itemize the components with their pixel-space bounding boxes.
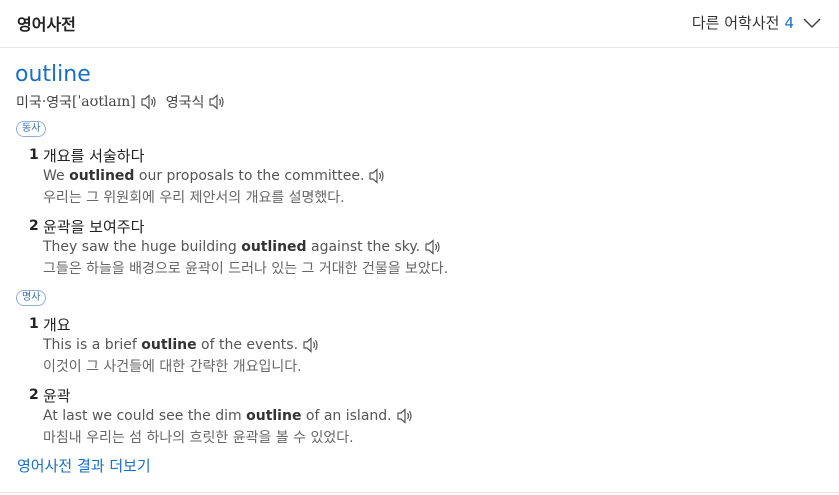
headword[interactable]: outline <box>15 62 91 87</box>
example-translation: 이것이 그 사건들에 대한 간략한 개요입니다. <box>43 359 302 375</box>
speaker-icon[interactable] <box>140 94 158 110</box>
speaker-icon[interactable] <box>368 168 386 184</box>
divider <box>0 492 839 493</box>
example-text: of the events. <box>196 337 299 353</box>
sense-meaning: 윤곽 <box>43 387 71 405</box>
example-sentence: At last we could see the dim outline of … <box>43 408 414 424</box>
example-text: We <box>43 168 70 184</box>
sense-meaning: 윤곽을 보여주다 <box>43 218 145 236</box>
example-sentence: This is a brief outline of the events. <box>43 337 320 353</box>
example-text: This is a brief <box>43 337 142 353</box>
uk-style-label: 영국식 <box>165 95 205 111</box>
pos-badge-noun: 명사 <box>16 290 47 306</box>
example-translation: 우리는 그 위원회에 우리 제안서의 개요를 설명했다. <box>43 190 345 206</box>
example-text: our proposals to the committee. <box>134 168 365 184</box>
sense-number: 2 <box>29 218 39 234</box>
example-keyword: outline <box>141 337 197 353</box>
us-label: 미국 <box>16 95 42 111</box>
ipa-text: [ˈaʊtlaɪn] <box>71 94 136 110</box>
example-keyword: outlined <box>69 168 135 184</box>
sense-number: 2 <box>29 387 39 403</box>
sense-meaning: 개요를 서술하다 <box>43 147 145 165</box>
more-results-link[interactable]: 영어사전 결과 더보기 <box>17 455 151 476</box>
other-dictionaries-toggle[interactable]: 다른 어학사전 4 <box>692 12 821 33</box>
other-dictionaries-count: 4 <box>784 13 794 32</box>
speaker-icon[interactable] <box>396 408 414 424</box>
example-keyword: outlined <box>241 239 307 255</box>
speaker-icon[interactable] <box>302 337 320 353</box>
example-translation: 마침내 우리는 섬 하나의 흐릿한 윤곽을 볼 수 있었다. <box>43 430 354 446</box>
sense-meaning: 개요 <box>43 316 71 334</box>
pronunciation-row: 미국 · 영국 [ˈaʊtlaɪn] 영국식 <box>16 92 226 112</box>
example-text: At last we could see the dim <box>43 408 247 424</box>
example-text: They saw the huge building <box>43 239 242 255</box>
example-keyword: outline <box>246 408 302 424</box>
uk-label: 영국 <box>46 95 72 111</box>
pos-badge-verb: 동사 <box>16 121 47 137</box>
header: 영어사전 다른 어학사전 4 <box>0 0 839 48</box>
other-dictionaries-label: 다른 어학사전 <box>691 14 780 32</box>
example-text: of an island. <box>301 408 392 424</box>
speaker-icon[interactable] <box>208 94 226 110</box>
example-text: against the sky. <box>306 239 421 255</box>
sense-number: 1 <box>29 147 39 163</box>
speaker-icon[interactable] <box>424 239 442 255</box>
example-sentence: We outlined our proposals to the committ… <box>43 168 386 184</box>
example-sentence: They saw the huge building outlined agai… <box>43 239 442 255</box>
example-translation: 그들은 하늘을 배경으로 윤곽이 드러나 있는 그 거대한 건물을 보았다. <box>43 261 449 277</box>
sense-number: 1 <box>29 316 39 332</box>
dictionary-title: 영어사전 <box>17 15 76 34</box>
chevron-down-icon <box>803 17 821 28</box>
